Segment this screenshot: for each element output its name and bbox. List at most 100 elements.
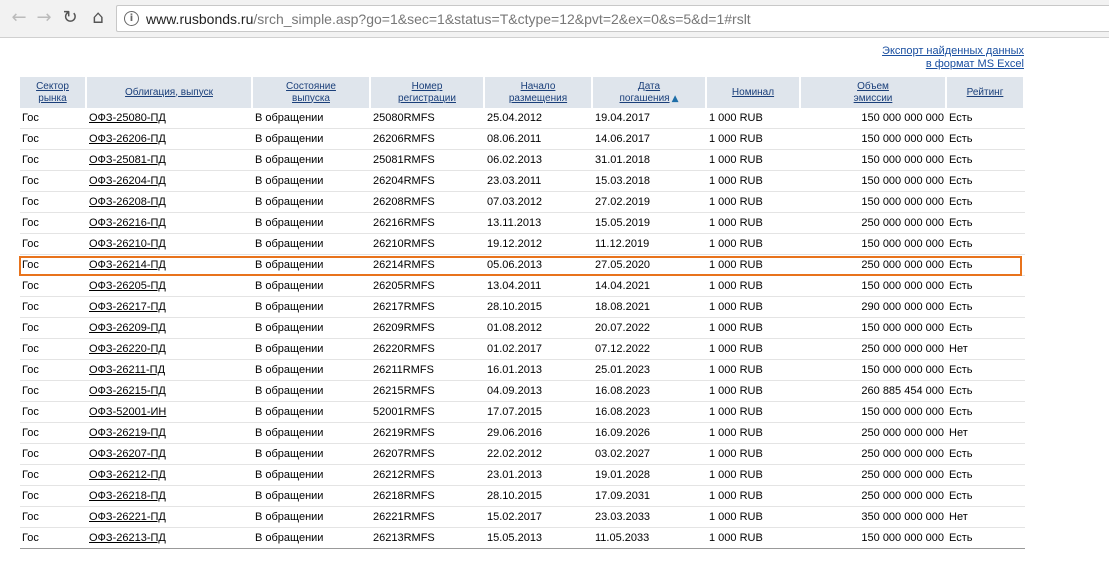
info-icon[interactable]: i <box>124 11 139 26</box>
column-header-label: Сектор <box>36 80 69 92</box>
bond-link[interactable]: ОФЗ-26214-ПД <box>89 259 166 271</box>
bond-link[interactable]: ОФЗ-26221-ПД <box>89 511 166 523</box>
bond-link[interactable]: ОФЗ-26218-ПД <box>89 490 166 502</box>
bond-link[interactable]: ОФЗ-26211-ПД <box>89 364 165 376</box>
table-cell: 15.05.2013 <box>485 528 593 549</box>
table-cell: 1 000 RUB <box>707 486 801 507</box>
table-cell: 25.01.2023 <box>593 360 707 381</box>
table-cell: 25080RMFS <box>371 108 485 129</box>
column-header[interactable]: Рейтинг <box>947 77 1025 108</box>
export-link-line2[interactable]: в формат MS Excel <box>882 58 1024 71</box>
column-header-label: погашения <box>619 92 670 104</box>
bond-link[interactable]: ОФЗ-52001-ИН <box>89 406 166 418</box>
forward-arrow-icon[interactable]: → <box>33 7 55 29</box>
table-cell: 23.01.2013 <box>485 465 593 486</box>
bond-link[interactable]: ОФЗ-26207-ПД <box>89 448 166 460</box>
table-cell: 1 000 RUB <box>707 108 801 129</box>
table-cell: 23.03.2011 <box>485 171 593 192</box>
column-header[interactable]: Состояние выпуска <box>253 77 371 108</box>
table-cell: 27.02.2019 <box>593 192 707 213</box>
table-cell: Есть <box>947 255 1025 276</box>
table-cell: 150 000 000 000 <box>801 129 947 150</box>
bond-name-cell: ОФЗ-26211-ПД <box>87 360 253 381</box>
table-cell: Гос <box>20 255 87 276</box>
table-cell: 1 000 RUB <box>707 423 801 444</box>
table-row: Гос ОФЗ-26213-ПД В обращении 26213RMFS 15.05… <box>20 528 1025 549</box>
table-cell: Гос <box>20 381 87 402</box>
table-cell: Есть <box>947 444 1025 465</box>
table-cell: 1 000 RUB <box>707 213 801 234</box>
bond-link[interactable]: ОФЗ-26208-ПД <box>89 196 166 208</box>
bond-link[interactable]: ОФЗ-26219-ПД <box>89 427 166 439</box>
table-cell: Нет <box>947 423 1025 444</box>
table-cell: 1 000 RUB <box>707 528 801 549</box>
table-cell: Гос <box>20 213 87 234</box>
export-link-line1[interactable]: Экспорт найденных данных <box>882 45 1024 58</box>
home-icon[interactable]: ⌂ <box>87 7 109 29</box>
column-header[interactable]: Начало размещения <box>485 77 593 108</box>
table-cell: В обращении <box>253 171 371 192</box>
column-header[interactable]: Объем эмиссии <box>801 77 947 108</box>
bond-name-cell: ОФЗ-26208-ПД <box>87 192 253 213</box>
bond-link[interactable]: ОФЗ-26205-ПД <box>89 280 166 292</box>
bond-link[interactable]: ОФЗ-25081-ПД <box>89 154 166 166</box>
bond-link[interactable]: ОФЗ-26206-ПД <box>89 133 166 145</box>
table-cell: 26209RMFS <box>371 318 485 339</box>
table-header: Сектор рынка Облигация, выпуск Состояние вып… <box>20 77 1025 108</box>
table-cell: 150 000 000 000 <box>801 402 947 423</box>
table-cell: В обращении <box>253 318 371 339</box>
table-cell: 150 000 000 000 <box>801 108 947 129</box>
column-header[interactable]: Номер регистрации <box>371 77 485 108</box>
column-header[interactable]: Сектор рынка <box>20 77 87 108</box>
table-cell: 17.09.2031 <box>593 486 707 507</box>
table-cell: 1 000 RUB <box>707 171 801 192</box>
table-cell: В обращении <box>253 108 371 129</box>
url-text[interactable]: www.rusbonds.ru/srch_simple.asp?go=1&sec… <box>146 11 751 27</box>
table-cell: Есть <box>947 108 1025 129</box>
bond-link[interactable]: ОФЗ-25080-ПД <box>89 112 166 124</box>
table-cell: В обращении <box>253 507 371 528</box>
reload-icon[interactable]: ↻ <box>59 7 81 29</box>
table-cell: 06.02.2013 <box>485 150 593 171</box>
bond-link[interactable]: ОФЗ-26215-ПД <box>89 385 166 397</box>
table-row: Гос ОФЗ-52001-ИН В обращении 52001RMFS 17.07… <box>20 402 1025 423</box>
column-header[interactable]: Дата погашения ▲ <box>593 77 707 108</box>
address-bar[interactable]: i www.rusbonds.ru/srch_simple.asp?go=1&s… <box>116 5 1109 32</box>
bond-link[interactable]: ОФЗ-26209-ПД <box>89 322 166 334</box>
table-cell: Есть <box>947 381 1025 402</box>
table-cell: 04.09.2013 <box>485 381 593 402</box>
table-cell: 25.04.2012 <box>485 108 593 129</box>
table-row: Гос ОФЗ-26221-ПД В обращении 26221RMFS 15.02… <box>20 507 1025 528</box>
back-arrow-icon[interactable]: ← <box>8 7 30 29</box>
table-cell: 26206RMFS <box>371 129 485 150</box>
bond-link[interactable]: ОФЗ-26210-ПД <box>89 238 166 250</box>
bond-link[interactable]: ОФЗ-26220-ПД <box>89 343 166 355</box>
bond-name-cell: ОФЗ-26204-ПД <box>87 171 253 192</box>
table-cell: Есть <box>947 150 1025 171</box>
table-cell: 01.08.2012 <box>485 318 593 339</box>
bond-link[interactable]: ОФЗ-26212-ПД <box>89 469 166 481</box>
column-header[interactable]: Номинал <box>707 77 801 108</box>
table-cell: Есть <box>947 402 1025 423</box>
column-header-label: размещения <box>508 92 568 104</box>
sort-ascending-icon[interactable]: ▲ <box>672 94 679 104</box>
table-cell: Есть <box>947 465 1025 486</box>
table-cell: Гос <box>20 402 87 423</box>
table-cell: 26216RMFS <box>371 213 485 234</box>
table-cell: Есть <box>947 192 1025 213</box>
table-cell: В обращении <box>253 528 371 549</box>
bond-link[interactable]: ОФЗ-26217-ПД <box>89 301 166 313</box>
bond-link[interactable]: ОФЗ-26216-ПД <box>89 217 166 229</box>
table-row: Гос ОФЗ-25080-ПД В обращении 25080RMFS 25.04… <box>20 108 1025 129</box>
export-excel-link[interactable]: Экспорт найденных данных в формат MS Exc… <box>882 45 1024 71</box>
table-cell: 260 885 454 000 <box>801 381 947 402</box>
column-header-label: Рейтинг <box>966 86 1004 98</box>
table-cell: 13.04.2011 <box>485 276 593 297</box>
bond-link[interactable]: ОФЗ-26204-ПД <box>89 175 166 187</box>
bond-link[interactable]: ОФЗ-26213-ПД <box>89 532 166 544</box>
table-cell: Гос <box>20 192 87 213</box>
table-cell: Гос <box>20 297 87 318</box>
column-header[interactable]: Облигация, выпуск <box>87 77 253 108</box>
table-cell: Гос <box>20 423 87 444</box>
bond-name-cell: ОФЗ-26209-ПД <box>87 318 253 339</box>
